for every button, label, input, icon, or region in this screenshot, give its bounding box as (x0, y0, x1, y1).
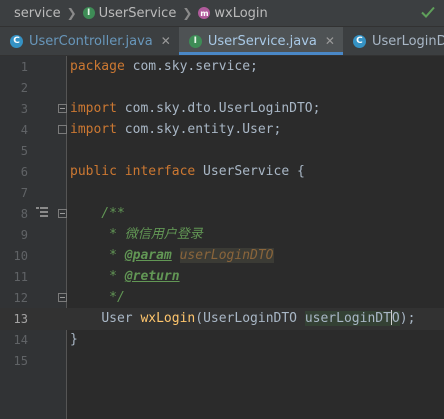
chevron-right-icon: ❯ (182, 6, 193, 20)
line-number: 10 (13, 249, 28, 263)
code-token: UserService { (195, 164, 305, 179)
comment: * (70, 248, 125, 263)
tab-label: UserLoginDTO.java (371, 33, 444, 49)
code-text: userLoginDT (304, 311, 391, 326)
line-number: 3 (20, 102, 28, 116)
tab-label: UserService.java (207, 33, 317, 49)
code-line[interactable]: 3 import com.sky.dto.UserLoginDTO; (0, 98, 444, 120)
line-number: 12 (13, 291, 28, 305)
breadcrumb-label: UserService (98, 5, 177, 21)
comment: * (70, 269, 125, 284)
code-editor[interactable]: 1 package com.sky.service; 2 3 import co… (0, 56, 444, 419)
comment: /** (70, 206, 125, 221)
code-text: */ (70, 287, 125, 309)
line-number: 5 (20, 144, 28, 158)
code-text: /** (70, 203, 125, 225)
code-token: } (70, 332, 78, 347)
line-number: 9 (20, 228, 28, 242)
code-line[interactable]: 1 package com.sky.service; (0, 56, 444, 78)
parameter-name: userLoginDTO (304, 310, 400, 326)
class-icon: C (10, 34, 23, 48)
implemented-gutter-icon[interactable] (36, 207, 48, 217)
method-icon: m (198, 7, 211, 19)
breadcrumb-item-interface[interactable]: I UserService (82, 5, 177, 21)
code-text: * @return (70, 266, 180, 288)
code-token: com.sky.dto.UserLoginDTO; (116, 101, 321, 116)
code-text: import com.sky.entity.User; (70, 119, 281, 141)
line-number: 2 (20, 81, 28, 95)
breadcrumb-item-package[interactable]: service (14, 6, 61, 21)
code-text: public interface UserService { (70, 161, 305, 183)
tab-usercontroller[interactable]: C UserController.java ✕ (0, 27, 179, 55)
code-line[interactable]: 12 */ (0, 287, 444, 309)
fold-icon[interactable] (58, 125, 67, 134)
interface-icon: I (82, 7, 95, 19)
close-icon[interactable]: ✕ (161, 34, 171, 48)
comment: */ (70, 290, 125, 305)
code-line[interactable]: 8 /** (0, 203, 444, 225)
return-type: User (101, 311, 133, 326)
breadcrumb-item-method[interactable]: m wxLogin (198, 5, 268, 21)
keyword: package (70, 59, 125, 74)
code-line[interactable]: 7 (0, 182, 444, 204)
javadoc-tag: @param (124, 248, 172, 263)
line-number: 14 (13, 333, 28, 347)
javadoc-tag: @return (124, 269, 180, 284)
line-number: 1 (20, 60, 28, 74)
code-line[interactable]: 15 (0, 350, 444, 372)
code-line[interactable]: 2 (0, 77, 444, 99)
line-number: 4 (20, 123, 28, 137)
code-line[interactable]: 5 (0, 140, 444, 162)
tab-userservice[interactable]: I UserService.java ✕ (178, 27, 344, 55)
code-line[interactable]: 4 import com.sky.entity.User; (0, 119, 444, 141)
code-token: ); (399, 311, 416, 326)
line-number: 13 (13, 312, 28, 326)
line-number: 11 (13, 270, 28, 284)
code-text: O (391, 311, 400, 326)
keyword: import (70, 101, 117, 116)
breadcrumb-label: wxLogin (214, 5, 268, 21)
fold-icon[interactable] (58, 293, 67, 302)
code-text: import com.sky.dto.UserLoginDTO; (70, 98, 320, 120)
breadcrumb-label: service (14, 5, 61, 21)
class-icon: C (352, 34, 366, 48)
javadoc-param: userLoginDTO (179, 248, 274, 263)
code-line[interactable]: 11 * @return (0, 266, 444, 288)
fold-icon[interactable] (58, 209, 67, 218)
code-text: * @param userLoginDTO (70, 245, 274, 267)
tab-label: UserController.java (29, 33, 153, 49)
breadcrumb: service ❯ I UserService ❯ m wxLogin (0, 0, 444, 27)
line-number: 15 (13, 354, 28, 368)
line-number: 7 (20, 186, 28, 200)
method-name: wxLogin (140, 311, 196, 326)
tab-userlogindto[interactable]: C UserLoginDTO.java (343, 27, 444, 55)
code-text: User wxLogin(UserLoginDTO userLoginDTO); (70, 308, 415, 330)
chevron-right-icon: ❯ (66, 6, 77, 20)
code-text: } (70, 329, 78, 351)
code-line[interactable]: 14 } (0, 329, 444, 351)
code-token: (UserLoginDTO (195, 311, 305, 326)
fold-icon[interactable] (58, 104, 67, 113)
check-icon[interactable] (420, 4, 436, 20)
keyword: import (70, 122, 117, 137)
line-number: 8 (20, 207, 28, 221)
line-number: 6 (20, 165, 28, 179)
code-token: com.sky.entity.User; (116, 122, 282, 137)
keyword: public interface (70, 164, 196, 179)
close-icon[interactable]: ✕ (325, 34, 335, 48)
code-line[interactable]: 9 * 微信用户登录 (0, 224, 444, 246)
comment: * 微信用户登录 (70, 227, 203, 242)
interface-icon: I (188, 34, 202, 48)
code-line[interactable]: 10 * @param userLoginDTO (0, 245, 444, 267)
code-line[interactable]: 6 public interface UserService { (0, 161, 444, 183)
code-text: package com.sky.service; (70, 56, 258, 78)
code-line-current[interactable]: 13 User wxLogin(UserLoginDTO userLoginDT… (0, 308, 444, 330)
code-token: com.sky.service; (124, 59, 258, 74)
editor-tabs: C UserController.java ✕ I UserService.ja… (0, 27, 444, 56)
code-text: * 微信用户登录 (70, 224, 203, 246)
